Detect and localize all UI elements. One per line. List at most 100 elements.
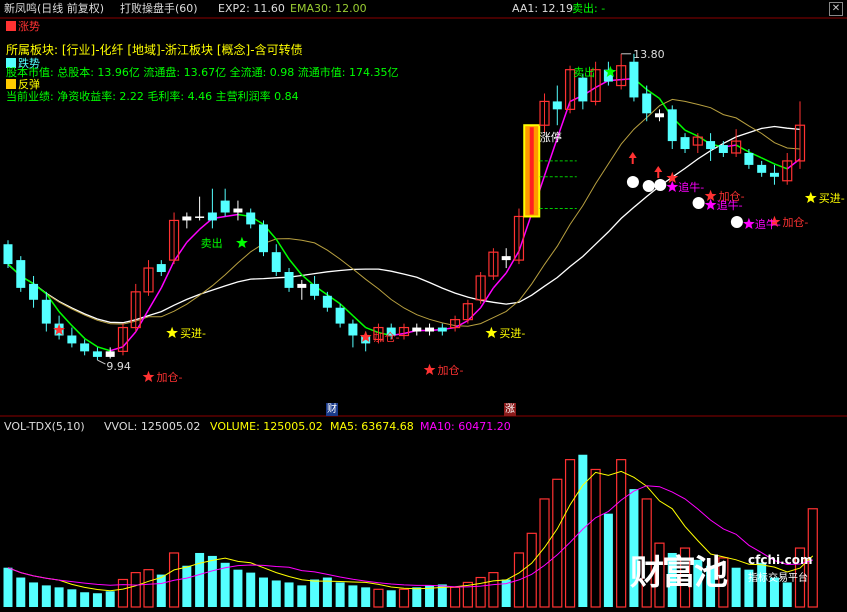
chase-circle-icon	[692, 197, 705, 209]
candle-body	[297, 283, 307, 288]
candle-body	[322, 295, 332, 308]
volume-bar	[220, 562, 230, 607]
candle-body	[629, 61, 639, 98]
add-star-icon	[423, 363, 436, 375]
candle-body	[258, 224, 268, 253]
volume-bar	[195, 552, 205, 607]
candle-body	[335, 307, 345, 324]
volume-bar	[271, 580, 281, 607]
high-label: 13.80	[633, 48, 665, 61]
sell-label: 卖出	[573, 65, 595, 79]
candle-body	[310, 283, 320, 296]
stock-title: 新凤鸣(日线 前复权)	[4, 2, 105, 15]
candle-body	[207, 212, 217, 221]
volume-bar	[310, 579, 320, 607]
volume-bar	[246, 572, 256, 607]
add-label: 加仓-	[374, 330, 400, 344]
volume-bar	[92, 593, 102, 607]
volume-bar	[117, 578, 129, 608]
candle-body	[246, 212, 256, 225]
candle-limit-core	[529, 127, 534, 215]
candle-body	[220, 200, 230, 213]
up-trend-swatch-icon	[6, 21, 16, 31]
trend-segment	[480, 287, 495, 309]
add-label: 加仓-	[157, 370, 183, 384]
share-info: 股本市值: 总股本: 13.96亿 流通盘: 13.67亿 全流通: 0.98 …	[6, 66, 399, 79]
low-label: 9.94	[106, 360, 131, 373]
formula-name[interactable]: 打败操盘手(60)	[120, 2, 198, 16]
buy-label: 买进-	[819, 192, 845, 205]
ma-mid-line	[7, 98, 801, 327]
trend-segment	[225, 213, 239, 218]
sector-info: 所属板块: [行业]-化纤 [地域]-浙江板块 [概念]-含可转债	[6, 43, 303, 57]
candle-body	[706, 141, 716, 150]
chase-label: 追牛-	[717, 198, 743, 212]
candle-body	[552, 101, 562, 110]
volume-bar	[233, 569, 243, 607]
volume-bar	[578, 454, 588, 607]
candle-body	[105, 351, 115, 357]
candle-body	[271, 252, 281, 273]
chase-star-icon	[666, 180, 679, 192]
volume-bar	[526, 532, 537, 608]
trend-segment	[58, 311, 73, 327]
candle-body	[642, 93, 652, 114]
volume-bar	[412, 587, 422, 607]
candle-body	[769, 172, 779, 177]
volume-bar	[373, 588, 384, 608]
trend-segment	[492, 272, 507, 289]
volume-bar	[3, 567, 13, 607]
candle-body	[412, 327, 422, 332]
candle-body	[67, 335, 77, 344]
close-icon[interactable]: ✕	[829, 2, 843, 16]
exp2-value: EXP2: 11.60	[218, 2, 285, 15]
limit-up-marker[interactable]: 涨	[504, 403, 516, 416]
candle-body	[156, 264, 166, 273]
sell-value: 卖出: -	[572, 2, 606, 15]
brand-watermark: 财富池 cfchi.com 指标交易平台	[630, 545, 830, 593]
candle-body	[654, 113, 664, 118]
chase-label: 追牛-	[755, 217, 781, 231]
candle-body	[578, 77, 588, 102]
candle-body	[284, 272, 294, 288]
volume-bar	[130, 572, 141, 608]
ma-long-line	[7, 125, 801, 324]
add-label: 加仓-	[782, 215, 808, 229]
trend-segment	[595, 79, 609, 89]
limit-up-label: 涨停	[540, 130, 562, 144]
volume-bar	[29, 582, 39, 607]
volume-bar	[41, 585, 51, 607]
volume-bar	[16, 577, 26, 607]
volume-bar	[156, 574, 166, 607]
buy-star-icon	[166, 326, 178, 338]
low-pointer	[97, 359, 106, 365]
candle-body	[425, 327, 435, 332]
candle-body	[744, 152, 754, 165]
chart-window: { "header": { "stock": "新凤鸣(日线 前复权)", "f…	[0, 0, 847, 612]
volume-value: VOLUME: 125005.02	[210, 420, 323, 433]
candle-body	[195, 216, 205, 218]
trend-segment	[109, 346, 124, 352]
volume-bar	[564, 459, 576, 608]
trend-segment	[97, 346, 111, 352]
candle-body	[80, 343, 90, 352]
candle-body	[501, 256, 511, 261]
ma10-value: MA10: 60471.20	[420, 420, 511, 433]
volume-bar	[361, 587, 371, 607]
candle-body	[3, 244, 13, 265]
candle-body	[29, 283, 39, 300]
volume-bar	[54, 587, 64, 607]
ma5-value: MA5: 63674.68	[330, 420, 414, 433]
candle-body	[41, 299, 51, 324]
volume-bar	[539, 498, 550, 608]
buy-star-icon	[804, 191, 817, 203]
sell-label: 卖出	[201, 236, 223, 250]
trend-segment	[173, 241, 188, 262]
candle-body	[16, 260, 26, 288]
chase-label: 追牛-	[678, 180, 704, 194]
ema30-value: EMA30: 12.00	[290, 2, 367, 15]
volume-bar	[322, 577, 332, 607]
volume-bar	[335, 582, 345, 607]
volume-bar	[80, 592, 90, 607]
finance-marker[interactable]: 财	[326, 403, 338, 416]
